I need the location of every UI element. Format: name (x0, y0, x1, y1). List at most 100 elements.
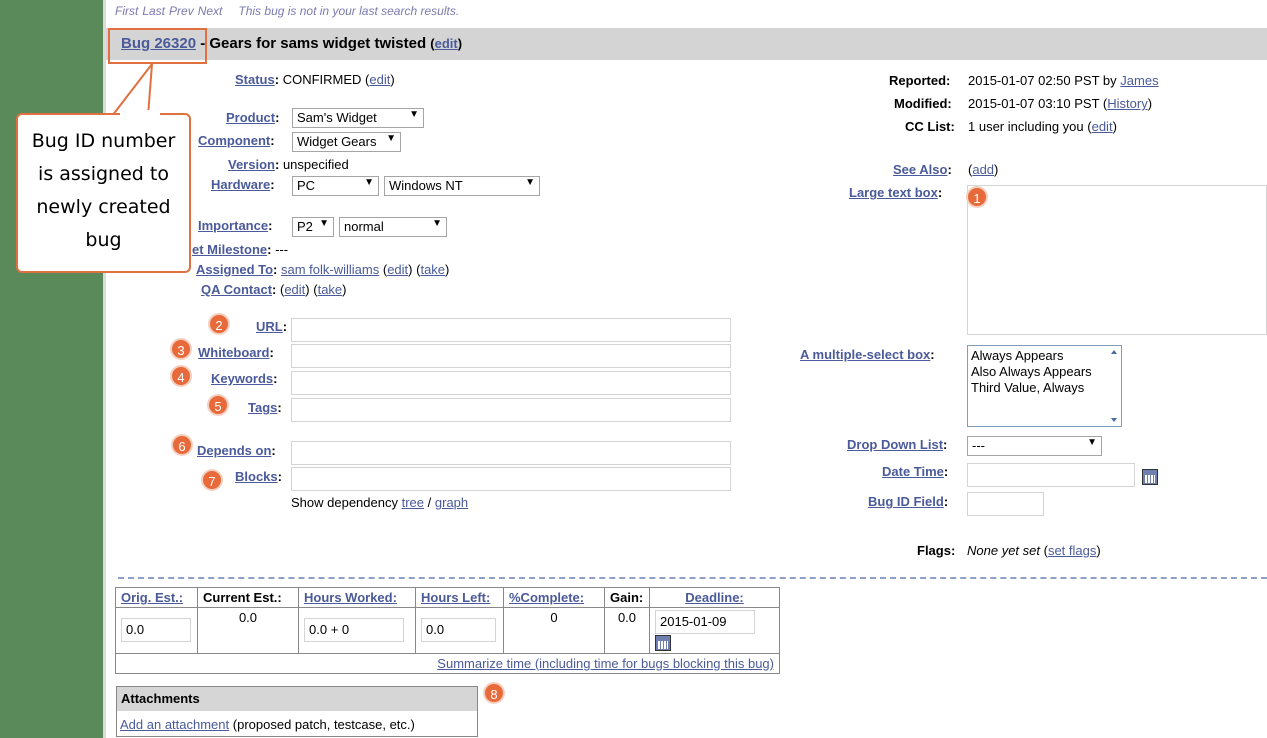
hours-left-header[interactable]: Hours Left: (421, 590, 490, 605)
nav-last: Last (142, 4, 166, 18)
callout-line-3: newly created (36, 196, 171, 218)
multi-select-option[interactable]: Always Appears (971, 348, 1118, 364)
chevron-down-icon: ▼ (409, 109, 419, 120)
importance-label[interactable]: Importance (198, 218, 268, 233)
qa-label[interactable]: QA Contact (201, 282, 272, 297)
cc-edit-link[interactable]: edit (1092, 119, 1113, 134)
orig-est-header[interactable]: Orig. Est.: (121, 590, 183, 605)
assigned-take-link[interactable]: take (420, 262, 445, 277)
hardware-select-value: PC (297, 178, 316, 193)
large-text-box[interactable] (967, 185, 1267, 335)
add-attachment-link[interactable]: Add an attachment (120, 717, 229, 732)
depends-input[interactable] (291, 441, 731, 465)
multi-select-box[interactable]: Always Appears Also Always Appears Third… (967, 345, 1122, 427)
see-also-add-link[interactable]: add (972, 162, 994, 177)
bugid-field-label[interactable]: Bug ID Field (868, 494, 944, 509)
priority-select[interactable]: P2 ▼ (292, 217, 334, 237)
see-also-label[interactable]: See Also (893, 162, 947, 177)
calendar-icon[interactable] (655, 634, 671, 651)
nav-next: Next (197, 4, 223, 18)
multi-select-label[interactable]: A multiple-select box (800, 347, 930, 362)
deadline-header[interactable]: Deadline: (685, 590, 744, 605)
tags-label-wrap: Tags: (248, 400, 282, 415)
bug-summary: Gears for sams widget twisted (209, 35, 427, 52)
depends-label[interactable]: Depends on (197, 443, 271, 458)
url-label-wrap: URL: (256, 319, 288, 334)
milestone-label[interactable]: et Milestone (192, 242, 267, 257)
hours-worked-input[interactable]: 0.0 + 0 (304, 618, 404, 643)
reporter-link[interactable]: James (1120, 73, 1158, 88)
keywords-input[interactable] (291, 371, 731, 395)
hardware-label[interactable]: Hardware (211, 177, 270, 192)
annotation-badge-7: 7 (201, 469, 223, 491)
modified-row: 2015-01-07 03:10 PST (History) (968, 96, 1153, 111)
set-flags-link[interactable]: set flags (1048, 543, 1096, 558)
tags-input[interactable] (291, 398, 731, 422)
qa-edit-link[interactable]: edit (284, 282, 305, 297)
datetime-input[interactable] (967, 463, 1135, 487)
flags-label: Flags: (917, 543, 956, 558)
version-label[interactable]: Version (228, 157, 275, 172)
hardware-select[interactable]: PC ▼ (292, 176, 379, 196)
summarize-time-link[interactable]: Summarize time (including time for bugs … (437, 656, 774, 671)
history-link[interactable]: History (1107, 96, 1147, 111)
complete-value: 0 (550, 610, 558, 625)
time-value-row: 0.0 0.0 0.0 + 0 0.0 0 0.0 2015-01-09 (115, 607, 780, 654)
bugid-field-input[interactable] (967, 492, 1044, 516)
cc-row: 1 user including you (edit) (968, 119, 1117, 134)
status-value: CONFIRMED (282, 72, 362, 87)
assigned-label[interactable]: Assigned To (196, 262, 273, 277)
nav-first: First (115, 4, 139, 18)
keywords-label[interactable]: Keywords (211, 371, 273, 386)
calendar-icon[interactable] (1142, 468, 1158, 485)
component-select[interactable]: Widget Gears ▼ (292, 132, 401, 152)
callout-pointer-join (120, 110, 160, 118)
annotation-badge-4: 4 (170, 365, 192, 387)
complete-header[interactable]: %Complete: (509, 590, 584, 605)
url-label[interactable]: URL (256, 319, 283, 334)
modified-label: Modified: (894, 96, 952, 111)
whiteboard-label[interactable]: Whiteboard (198, 345, 270, 360)
multi-select-scrollbar[interactable] (1107, 346, 1121, 426)
chevron-down-icon: ▼ (364, 177, 374, 188)
whiteboard-input[interactable] (291, 344, 731, 368)
see-also-label-wrap: See Also: (893, 162, 952, 177)
depends-label-wrap: Depends on: (197, 443, 276, 458)
severity-select[interactable]: normal ▼ (339, 217, 447, 237)
datetime-label[interactable]: Date Time (882, 464, 944, 479)
status-label[interactable]: Status (235, 72, 275, 87)
orig-est-input[interactable]: 0.0 (121, 618, 191, 643)
dependency-tree-link[interactable]: tree (402, 495, 424, 510)
product-label-wrap: Product: (226, 110, 280, 125)
assigned-user-link[interactable]: sam folk-williams (281, 262, 379, 277)
product-select[interactable]: Sam's Widget ▼ (292, 108, 424, 128)
annotation-callout: Bug ID number is assigned to newly creat… (16, 113, 191, 273)
url-input[interactable] (291, 318, 731, 342)
multi-select-option[interactable]: Also Always Appears (971, 364, 1118, 380)
dependency-graph-link[interactable]: graph (435, 495, 468, 510)
current-est-value: 0.0 (238, 610, 258, 625)
multi-select-option[interactable]: Third Value, Always (971, 380, 1118, 396)
dropdown-list-select[interactable]: --- ▼ (967, 436, 1102, 456)
os-select[interactable]: Windows NT ▼ (384, 176, 540, 196)
title-edit-link[interactable]: edit (435, 36, 458, 51)
annotation-badge-5: 5 (207, 394, 229, 416)
blocks-input[interactable] (291, 467, 731, 491)
annotation-badge-2: 2 (208, 313, 230, 335)
deadline-input[interactable]: 2015-01-09 (655, 610, 755, 634)
component-label[interactable]: Component (198, 133, 270, 148)
blocks-label[interactable]: Blocks (235, 469, 278, 484)
large-text-label[interactable]: Large text box (849, 185, 938, 200)
hours-worked-header[interactable]: Hours Worked: (304, 590, 397, 605)
dropdown-label[interactable]: Drop Down List (847, 437, 943, 452)
assigned-edit-link[interactable]: edit (387, 262, 408, 277)
product-label[interactable]: Product (226, 110, 275, 125)
annotation-badge-6: 6 (171, 434, 193, 456)
hours-add-value: 0 (341, 622, 350, 638)
nav-prev: Prev (169, 4, 194, 18)
qa-take-link[interactable]: take (318, 282, 343, 297)
product-select-value: Sam's Widget (297, 110, 377, 125)
status-edit-link[interactable]: edit (369, 72, 390, 87)
tags-label[interactable]: Tags (248, 400, 277, 415)
hours-left-input[interactable]: 0.0 (421, 618, 496, 643)
